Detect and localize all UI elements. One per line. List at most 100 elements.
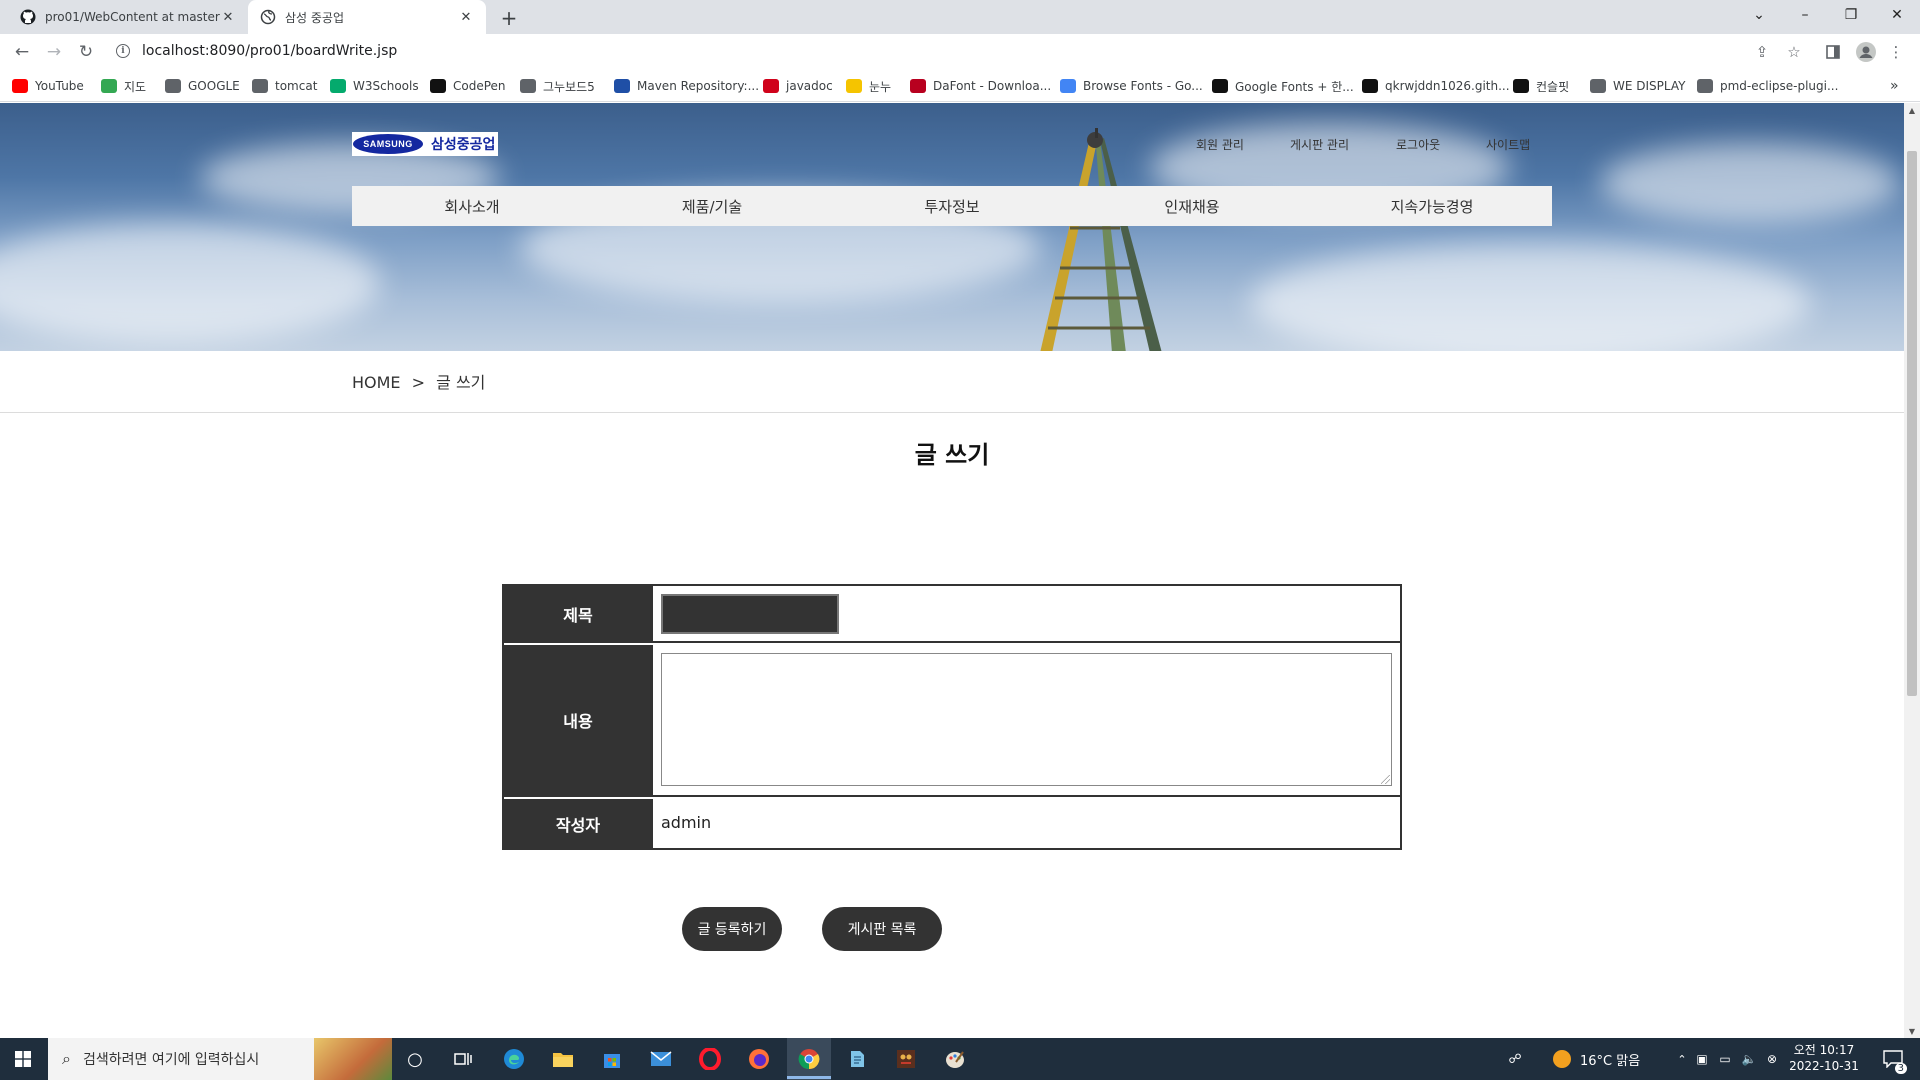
nav-company[interactable]: 회사소개 — [352, 186, 592, 226]
bookmark-item[interactable]: 그누보드5 — [520, 77, 595, 95]
taskbar-search[interactable]: ⌕ 검색하려면 여기에 입력하십시 — [48, 1038, 392, 1080]
content-row: 내용 — [504, 645, 1400, 797]
share-icon[interactable]: ⇪ — [1752, 42, 1772, 62]
tab-github[interactable]: pro01/WebContent at master · c ✕ — [8, 0, 248, 34]
logout-link[interactable]: 로그아웃 — [1396, 136, 1440, 153]
chevron-up-icon[interactable]: ⌃ — [1674, 1038, 1690, 1080]
game-icon[interactable] — [886, 1038, 926, 1080]
resize-handle-icon[interactable] — [1381, 775, 1390, 784]
window-close-button[interactable]: ✕ — [1874, 0, 1920, 30]
title-input[interactable] — [661, 594, 839, 634]
bookmark-item[interactable]: 눈누 — [846, 77, 891, 95]
chrome-icon[interactable] — [787, 1038, 831, 1080]
bookmark-item[interactable]: 지도 — [101, 77, 146, 95]
close-icon[interactable]: ✕ — [220, 9, 236, 25]
bookmark-item[interactable]: javadoc — [763, 77, 833, 95]
scroll-up-icon[interactable]: ▲ — [1904, 103, 1920, 117]
submit-post-button[interactable]: 글 등록하기 — [682, 907, 782, 951]
weather-widget[interactable]: 16°C 맑음 — [1552, 1038, 1640, 1080]
bookmark-item[interactable]: YouTube — [12, 77, 84, 95]
tab-title: pro01/WebContent at master · c — [45, 10, 220, 24]
meet-now-icon[interactable]: ▣ — [1694, 1038, 1710, 1080]
reload-icon[interactable]: ↻ — [74, 40, 98, 64]
ime-icon[interactable]: ⊗ — [1764, 1038, 1780, 1080]
tab-search-icon[interactable]: ⌄ — [1736, 0, 1782, 30]
bookmark-star-icon[interactable]: ☆ — [1784, 42, 1804, 62]
minimize-button[interactable]: – — [1782, 0, 1828, 30]
cloud — [1600, 143, 1900, 223]
cloud — [0, 223, 380, 343]
volume-icon[interactable]: 🔈 — [1740, 1038, 1758, 1080]
dafont-icon — [910, 79, 926, 93]
bookmark-label: CodePen — [453, 79, 506, 93]
bookmark-label: Browse Fonts - Go... — [1083, 79, 1203, 93]
menu-kebab-icon[interactable]: ⋮ — [1886, 42, 1906, 62]
web-page: SAMSUNG 삼성중공업 회원 관리 게시판 관리 로그아웃 사이트맵 회사소… — [0, 103, 1904, 1038]
breadcrumb-current: 글 쓰기 — [436, 373, 486, 392]
bookmark-item[interactable]: Maven Repository:... — [614, 77, 759, 95]
nav-sustainability[interactable]: 지속가능경영 — [1312, 186, 1552, 226]
bookmark-item[interactable]: WE DISPLAY — [1590, 77, 1685, 95]
crane-image — [1040, 128, 1162, 351]
board-list-button[interactable]: 게시판 목록 — [822, 907, 942, 951]
restore-button[interactable]: ❐ — [1828, 0, 1874, 30]
bookmark-item[interactable]: DaFont - Downloa... — [910, 77, 1051, 95]
youtube-icon — [12, 79, 28, 93]
bookmark-label: 컨슬핏 — [1536, 79, 1570, 94]
nav-investor[interactable]: 투자정보 — [832, 186, 1072, 226]
sitemap-link[interactable]: 사이트맵 — [1486, 136, 1530, 153]
info-icon[interactable]: i — [116, 44, 130, 58]
tab-samsung-heavy[interactable]: 삼성 중공업 ✕ — [248, 0, 486, 34]
bookmark-item[interactable]: pmd-eclipse-plugi... — [1697, 77, 1838, 95]
task-view-icon[interactable] — [443, 1038, 483, 1080]
forward-icon[interactable]: → — [42, 40, 66, 64]
people-icon[interactable]: ☍ — [1505, 1038, 1525, 1080]
notifications-icon[interactable]: 3 — [1878, 1038, 1908, 1080]
bookmark-item[interactable]: CodePen — [430, 77, 506, 95]
bookmark-label: qkrwjddn1026.gith... — [1385, 79, 1510, 93]
cortana-icon[interactable]: ○ — [395, 1038, 435, 1080]
firefox-icon[interactable] — [739, 1038, 779, 1080]
url-text: localhost:8090/pro01/boardWrite.jsp — [142, 43, 398, 59]
notepad-icon[interactable] — [837, 1038, 877, 1080]
globe-icon — [260, 9, 276, 25]
content-textarea[interactable] — [661, 653, 1392, 786]
breadcrumb-home[interactable]: HOME — [352, 373, 401, 392]
opera-icon[interactable] — [690, 1038, 730, 1080]
mail-icon[interactable] — [641, 1038, 681, 1080]
close-icon[interactable]: ✕ — [458, 9, 474, 25]
google-fonts-kr-icon — [1212, 79, 1228, 93]
maven-icon — [614, 79, 630, 93]
address-bar[interactable]: i localhost:8090/pro01/boardWrite.jsp — [110, 37, 1810, 67]
scrollbar-thumb[interactable] — [1907, 151, 1917, 696]
side-panel-icon[interactable] — [1823, 42, 1843, 62]
paint-icon[interactable] — [935, 1038, 975, 1080]
board-admin-link[interactable]: 게시판 관리 — [1290, 136, 1349, 153]
system-clock[interactable]: 오전 10:17 2022-10-31 — [1786, 1042, 1862, 1074]
divider — [0, 412, 1904, 413]
bookmark-item[interactable]: 컨슬핏 — [1513, 77, 1569, 95]
nav-careers[interactable]: 인재채용 — [1072, 186, 1312, 226]
network-icon[interactable]: ▭ — [1716, 1038, 1734, 1080]
bookmark-item[interactable]: tomcat — [252, 77, 317, 95]
write-form-table: 제목 내용 작성자 admin — [502, 584, 1402, 850]
new-tab-button[interactable]: + — [496, 5, 522, 31]
bookmark-item[interactable]: W3Schools — [330, 77, 419, 95]
vertical-scrollbar[interactable]: ▲ ▼ — [1904, 103, 1920, 1038]
bookmark-item[interactable]: GOOGLE — [165, 77, 240, 95]
file-explorer-icon[interactable] — [543, 1038, 583, 1080]
edge-icon[interactable] — [494, 1038, 534, 1080]
bookmark-item[interactable]: Browse Fonts - Go... — [1060, 77, 1203, 95]
profile-icon[interactable] — [1856, 42, 1876, 62]
nav-products[interactable]: 제품/기술 — [592, 186, 832, 226]
member-admin-link[interactable]: 회원 관리 — [1196, 136, 1244, 153]
bookmarks-overflow-icon[interactable]: » — [1890, 77, 1899, 95]
samsung-logo[interactable]: SAMSUNG 삼성중공업 — [352, 132, 498, 156]
bookmark-item[interactable]: qkrwjddn1026.gith... — [1362, 77, 1510, 95]
scroll-down-icon[interactable]: ▼ — [1904, 1024, 1920, 1038]
store-icon[interactable] — [592, 1038, 632, 1080]
windows-start-icon[interactable] — [0, 1038, 46, 1080]
search-icon: ⌕ — [62, 1049, 71, 1068]
bookmark-item[interactable]: Google Fonts + 한... — [1212, 77, 1354, 95]
back-icon[interactable]: ← — [10, 40, 34, 64]
